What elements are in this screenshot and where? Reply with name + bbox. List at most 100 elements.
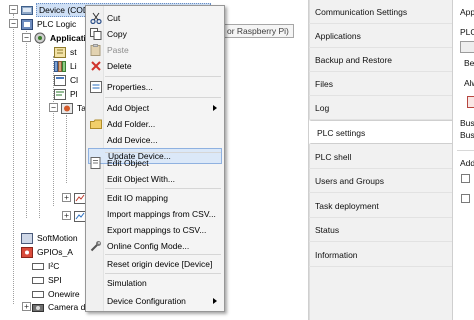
copy-icon [90, 28, 102, 40]
library-manager-icon [53, 60, 66, 72]
tree-item-softmotion[interactable]: SoftMotion [20, 231, 79, 245]
menu-item-import-csv[interactable]: Import mappings from CSV... [88, 206, 222, 222]
menu-item-label: Delete [107, 61, 132, 71]
tree-connector [26, 28, 27, 218]
settings-checkbox[interactable] [461, 194, 470, 203]
tree-item-i2c[interactable]: I²C [31, 259, 60, 273]
program-icon [53, 88, 66, 100]
tree-item-label: Pl [70, 89, 78, 99]
nav-item-log[interactable]: Log [309, 96, 452, 120]
divider [457, 150, 474, 151]
plc-logic-icon [20, 18, 33, 30]
tree-item-cl[interactable]: Cl [53, 73, 79, 87]
properties-icon [90, 81, 102, 93]
tree-item-label: Onewire [48, 289, 80, 299]
menu-item-add-object[interactable]: Add Object [88, 100, 222, 116]
collapse-toggle[interactable]: + [62, 193, 71, 202]
nav-item-applications[interactable]: Applications [309, 24, 452, 48]
collapse-toggle[interactable]: − [9, 19, 18, 28]
delete-icon [90, 60, 102, 72]
nav-item-plc-shell[interactable]: PLC shell [309, 145, 452, 169]
collapse-toggle[interactable]: − [9, 5, 18, 14]
behaviour-label: Be [464, 58, 474, 68]
menu-item-label: Copy [107, 29, 127, 39]
tree-item-gpios[interactable]: GPIOs_A [20, 245, 74, 259]
tree-item-st[interactable]: st [53, 45, 78, 59]
nav-item-backup-restore[interactable]: Backup and Restore [309, 48, 452, 72]
menu-item-add-folder[interactable]: Add Folder... [88, 116, 222, 132]
application-dropdown[interactable] [460, 41, 474, 53]
folder-icon [90, 118, 102, 130]
tree-item-camera[interactable]: Camera de [31, 300, 91, 314]
menu-item-online-config-mode[interactable]: Online Config Mode... [88, 238, 222, 254]
menu-separator [105, 254, 221, 255]
menu-item-properties[interactable]: Properties... [88, 79, 222, 95]
nav-item-status[interactable]: Status [309, 218, 452, 242]
edit-object-icon [90, 157, 102, 169]
menu-item-device-configuration[interactable]: Device Configuration [88, 293, 222, 309]
menu-item-reset-origin-device[interactable]: Reset origin device [Device] [88, 256, 222, 272]
settings-checkbox[interactable] [461, 174, 470, 183]
library-icon [53, 46, 66, 58]
menu-item-label: Device Configuration [107, 296, 186, 306]
collapse-toggle[interactable]: − [22, 33, 31, 42]
menu-item-simulation[interactable]: Simulation [88, 275, 222, 291]
object-icon [53, 74, 66, 86]
menu-item-label: Edit Object With... [107, 174, 176, 184]
menu-separator [105, 188, 221, 189]
menu-item-label: Edit Object [107, 158, 149, 168]
nav-item-files[interactable]: Files [309, 72, 452, 96]
bus-icon [31, 288, 44, 300]
menu-item-label: Online Config Mode... [107, 241, 190, 251]
nav-item-users-groups[interactable]: Users and Groups [309, 169, 452, 193]
additional-settings-label: Addi [460, 158, 474, 168]
plc-settings-panel: App PLC Be Alw Bus Bus Addi [452, 0, 474, 320]
nav-item-information[interactable]: Information [309, 243, 452, 267]
collapse-toggle[interactable]: − [49, 103, 58, 112]
task-config-icon [60, 102, 73, 114]
menu-separator [105, 97, 221, 98]
expand-toggle[interactable]: + [22, 302, 31, 311]
nav-item-communication-settings[interactable]: Communication Settings [309, 0, 452, 24]
tree-item-ta[interactable]: Ta [60, 101, 87, 115]
context-menu: Cut Copy Paste Delete Properties... Add … [85, 5, 225, 312]
menu-item-edit-io-mapping[interactable]: Edit IO mapping [88, 190, 222, 206]
tree-item-li[interactable]: Li [53, 59, 78, 73]
tree-item-label: I²C [48, 261, 60, 271]
menu-item-label: Cut [107, 13, 121, 23]
tree-item-label: Li [70, 61, 77, 71]
menu-item-paste[interactable]: Paste [88, 42, 222, 58]
menu-item-cut[interactable]: Cut [88, 10, 222, 26]
menu-item-label: Add Device... [107, 135, 158, 145]
nav-item-task-deployment[interactable]: Task deployment [309, 194, 452, 218]
menu-item-add-device[interactable]: Add Device... [88, 132, 222, 148]
collapse-toggle[interactable]: + [62, 211, 71, 220]
menu-item-copy[interactable]: Copy [88, 26, 222, 42]
settings-nav: Communication Settings Applications Back… [308, 0, 452, 320]
bus-icon [31, 260, 44, 272]
nav-item-plc-settings[interactable]: PLC settings [309, 120, 452, 144]
menu-item-label: Paste [107, 45, 129, 55]
tree-item-pl[interactable]: Pl [53, 87, 79, 101]
gpio-icon [20, 246, 33, 258]
tree-item-onewire[interactable]: Onewire [31, 287, 81, 301]
paste-icon [90, 44, 102, 56]
menu-item-label: Import mappings from CSV... [107, 209, 216, 219]
application-field-label: App [460, 7, 474, 17]
menu-item-edit-object[interactable]: Edit Object [88, 155, 222, 171]
tree-item-label: GPIOs_A [37, 247, 73, 257]
wrench-icon [90, 240, 102, 252]
menu-item-export-csv[interactable]: Export mappings to CSV... [88, 222, 222, 238]
tree-connector [66, 115, 67, 183]
application-gear-icon [33, 32, 46, 44]
menu-item-delete[interactable]: Delete [88, 58, 222, 74]
tree-connector [13, 14, 14, 304]
menu-item-label: Simulation [107, 278, 147, 288]
menu-item-label: Export mappings to CSV... [107, 225, 207, 235]
tree-item-spi[interactable]: SPI [31, 273, 63, 287]
input-field[interactable] [467, 96, 474, 108]
camera-icon [31, 301, 44, 313]
menu-item-edit-object-with[interactable]: Edit Object With... [88, 171, 222, 187]
tree-item-plc-logic[interactable]: PLC Logic [20, 17, 77, 31]
submenu-arrow-icon [213, 105, 217, 111]
